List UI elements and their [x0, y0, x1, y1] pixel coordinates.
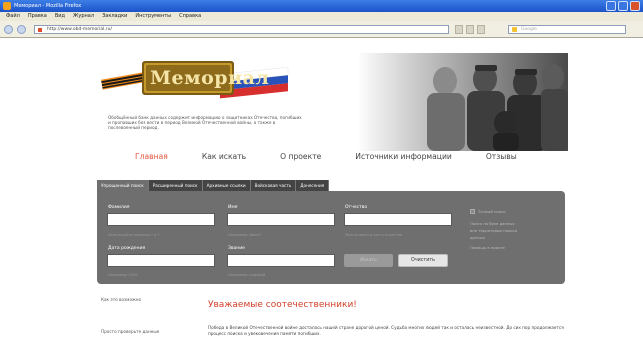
address-value: http://www.obd-memorial.ru/	[47, 27, 112, 32]
logo-text: Мемориал	[150, 67, 270, 89]
search-engine-icon	[512, 27, 517, 32]
firstname-field[interactable]	[227, 213, 335, 226]
close-button[interactable]	[630, 1, 640, 11]
search-submit-button[interactable]: Искать	[344, 254, 393, 267]
nav-item-how-to-search[interactable]: Как искать	[202, 152, 246, 166]
site-tagline: Обобщённый банк данных содержит информац…	[108, 115, 302, 131]
nav-item-reviews[interactable]: Отзывы	[486, 152, 517, 166]
back-button[interactable]	[4, 25, 13, 34]
main-navigation: Главная Как искать О проекте Источники и…	[135, 152, 555, 166]
firstname-label: Имя	[228, 205, 238, 210]
search-placeholder: Google	[521, 27, 537, 32]
side-link-1[interactable]: Поиск по базе данных	[470, 221, 515, 226]
nav-item-home[interactable]: Главная	[135, 152, 168, 166]
firefox-icon	[3, 2, 11, 10]
site-logo[interactable]: Мемориал	[100, 57, 292, 107]
menu-help[interactable]: Справка	[179, 12, 201, 21]
menu-bar: Файл Правка Вид Журнал Закладки Инструме…	[0, 12, 643, 21]
search-panel	[97, 191, 565, 284]
rank-hint: Например: рядовой	[228, 273, 266, 277]
tab-military-unit[interactable]: Войсковая часть	[250, 180, 297, 191]
birthdate-label: Дата рождения	[108, 246, 146, 251]
clear-button[interactable]: Очистить	[398, 254, 448, 267]
lastname-field[interactable]	[107, 213, 215, 226]
menu-file[interactable]: Файл	[6, 12, 20, 21]
lastname-hint: Используйте символы * и ?	[108, 233, 160, 237]
help-link[interactable]: Помощь в поиске	[470, 245, 505, 250]
left-link-1[interactable]: Как это возможно	[101, 297, 141, 302]
window-title-bar: Мемориал - Mozilla Firefox	[0, 0, 643, 12]
birthdate-hint: Например 1920	[108, 273, 138, 277]
menu-bookmarks[interactable]: Закладки	[102, 12, 127, 21]
tab-reports[interactable]: Донесения	[296, 180, 330, 191]
go-button[interactable]	[455, 25, 463, 34]
side-link-2[interactable]: вне территории поиска	[470, 228, 517, 233]
reload-button[interactable]	[477, 25, 485, 34]
browser-search-input[interactable]: Google	[508, 25, 626, 34]
lastname-label: Фамилия	[108, 205, 130, 210]
toolbar-actions	[455, 25, 485, 34]
favicon-icon	[38, 28, 42, 32]
window-title: Мемориал - Mozilla Firefox	[14, 3, 82, 9]
tab-extended-search[interactable]: Расширенный поиск	[148, 180, 203, 191]
birthdate-field[interactable]	[107, 254, 215, 267]
nav-item-sources[interactable]: Источники информации	[355, 152, 452, 166]
address-bar[interactable]: http://www.obd-memorial.ru/	[34, 25, 449, 34]
side-link-3[interactable]: данных	[470, 235, 485, 240]
header-photo	[357, 53, 568, 151]
exact-search-checkbox[interactable]	[470, 209, 475, 214]
search-tabs: Упрощенный поиск Расширенный поиск Архив…	[97, 180, 330, 191]
left-link-2[interactable]: Просто проверьте данные	[101, 329, 159, 334]
forward-button[interactable]	[17, 25, 26, 34]
rank-field[interactable]	[227, 254, 335, 267]
maximize-button[interactable]	[618, 1, 628, 11]
menu-view[interactable]: Вид	[55, 12, 65, 21]
menu-history[interactable]: Журнал	[73, 12, 94, 21]
patronymic-hint: Можно ввести часть отчества	[345, 233, 402, 237]
navigation-toolbar: http://www.obd-memorial.ru/ Google	[0, 21, 643, 38]
exact-search-label[interactable]: Точный поиск	[478, 209, 506, 214]
patronymic-field[interactable]	[344, 213, 452, 226]
window-controls	[606, 1, 640, 11]
firstname-hint: Например: Иван*	[228, 233, 261, 237]
nav-item-about[interactable]: О проекте	[280, 152, 321, 166]
minimize-button[interactable]	[606, 1, 616, 11]
patronymic-label: Отчество	[345, 205, 368, 210]
greeting-heading: Уважаемые соотечественники!	[208, 300, 357, 310]
bookmark-star-icon[interactable]	[466, 25, 474, 34]
menu-tools[interactable]: Инструменты	[135, 12, 171, 21]
tab-archive-links[interactable]: Архивные ссылки	[202, 180, 251, 191]
greeting-body: Победа в Великой Отечественной войне дос…	[208, 325, 564, 337]
menu-edit[interactable]: Правка	[28, 12, 47, 21]
tab-simple-search[interactable]: Упрощенный поиск	[97, 180, 149, 191]
rank-label: Звание	[228, 246, 245, 251]
